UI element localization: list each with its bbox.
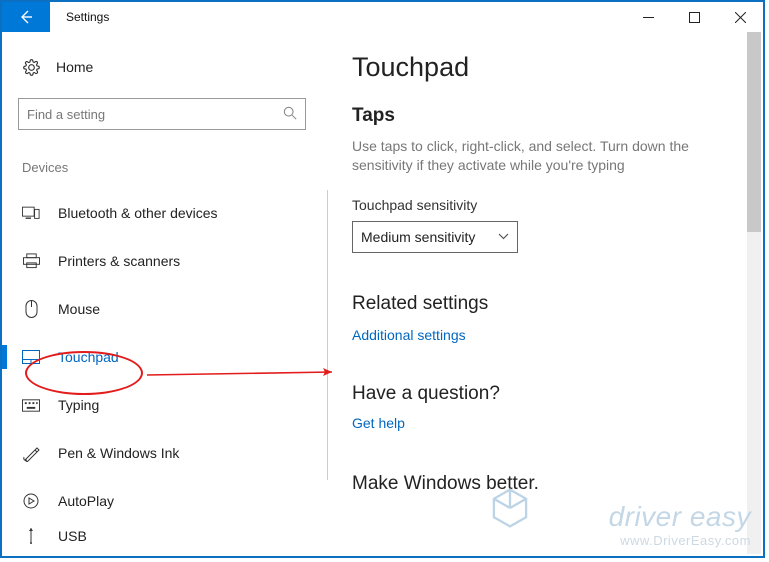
back-button[interactable]	[2, 2, 50, 32]
sidebar-item-touchpad[interactable]: Touchpad	[18, 333, 319, 381]
sidebar-item-autoplay[interactable]: AutoPlay	[18, 477, 319, 525]
close-icon	[735, 12, 746, 23]
better-header: Make Windows better.	[352, 473, 739, 495]
sidebar-item-printers[interactable]: Printers & scanners	[18, 237, 319, 285]
autoplay-icon	[22, 493, 40, 509]
search-icon	[283, 106, 297, 123]
devices-icon	[22, 205, 40, 221]
sidebar-item-mouse[interactable]: Mouse	[18, 285, 319, 333]
active-indicator	[2, 345, 7, 369]
sidebar-item-label: Printers & scanners	[58, 253, 180, 269]
usb-icon	[22, 528, 40, 544]
sidebar-item-label: AutoPlay	[58, 493, 114, 509]
window-controls	[625, 2, 763, 32]
get-help-link[interactable]: Get help	[352, 415, 405, 431]
app-title: Settings	[50, 2, 109, 32]
related-header: Related settings	[352, 293, 739, 315]
sidebar-item-bluetooth[interactable]: Bluetooth & other devices	[18, 189, 319, 237]
question-header: Have a question?	[352, 383, 739, 405]
sidebar-item-typing[interactable]: Typing	[18, 381, 319, 429]
close-button[interactable]	[717, 2, 763, 32]
sidebar: Home Devices Bluetooth & other devices P…	[2, 32, 327, 556]
sidebar-item-pen[interactable]: Pen & Windows Ink	[18, 429, 319, 477]
sidebar-item-label: Mouse	[58, 301, 100, 317]
touchpad-icon	[22, 350, 40, 364]
search-box[interactable]	[18, 98, 306, 130]
sensitivity-label: Touchpad sensitivity	[352, 197, 739, 213]
gear-icon	[22, 59, 40, 76]
taps-header: Taps	[352, 105, 739, 127]
group-header: Devices	[18, 160, 319, 175]
search-input[interactable]	[27, 107, 283, 122]
sidebar-item-label: Pen & Windows Ink	[58, 445, 179, 461]
dropdown-value: Medium sensitivity	[361, 229, 475, 245]
additional-settings-link[interactable]: Additional settings	[352, 327, 466, 343]
maximize-icon	[689, 12, 700, 23]
maximize-button[interactable]	[671, 2, 717, 32]
minimize-button[interactable]	[625, 2, 671, 32]
titlebar: Settings	[2, 2, 763, 32]
sidebar-item-usb[interactable]: USB	[18, 525, 319, 547]
taps-description: Use taps to click, right-click, and sele…	[352, 137, 712, 175]
main-panel: Touchpad Taps Use taps to click, right-c…	[327, 32, 763, 556]
sidebar-item-label: Typing	[58, 397, 99, 413]
sidebar-item-label: Bluetooth & other devices	[58, 205, 218, 221]
pen-icon	[22, 445, 40, 462]
sensitivity-dropdown[interactable]: Medium sensitivity	[352, 221, 518, 253]
home-nav[interactable]: Home	[18, 48, 319, 86]
home-label: Home	[56, 59, 93, 75]
arrow-left-icon	[18, 9, 34, 25]
printer-icon	[22, 253, 40, 269]
minimize-icon	[643, 12, 654, 23]
sidebar-item-label: Touchpad	[58, 349, 119, 365]
mouse-icon	[22, 300, 40, 318]
keyboard-icon	[22, 399, 40, 412]
page-title: Touchpad	[352, 52, 739, 83]
sidebar-item-label: USB	[58, 528, 87, 544]
chevron-down-icon	[498, 231, 509, 243]
